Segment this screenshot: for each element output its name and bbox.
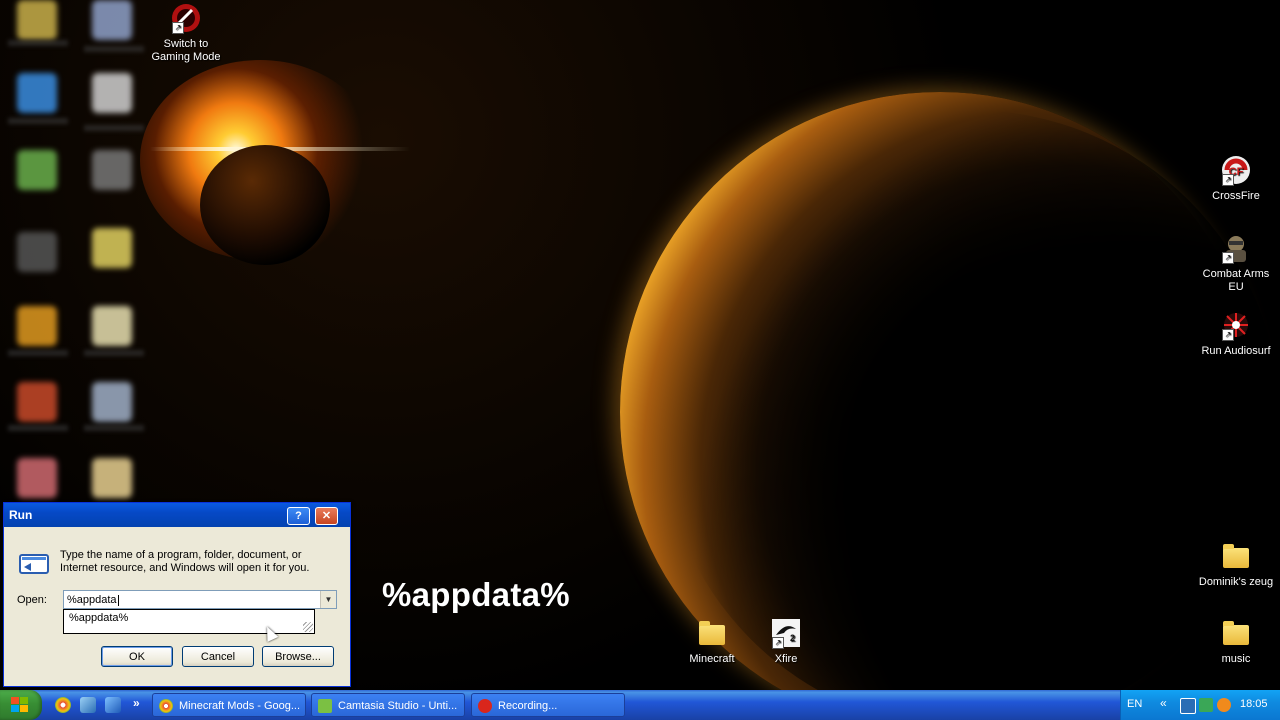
desktop-icon-crossfire[interactable]: CF ↗ CrossFire: [1198, 154, 1274, 203]
desktop-icon-combat-arms[interactable]: ↗ Combat Arms EU: [1198, 232, 1274, 294]
desktop-icon-label: music: [1221, 653, 1251, 665]
overlay-caption: %appdata%: [382, 576, 570, 613]
taskbar: » Minecraft Mods - Goog... Camtasia Stud…: [0, 690, 1280, 720]
recording-icon: [478, 699, 492, 713]
folder-icon: [696, 617, 728, 649]
folder-icon: [1220, 540, 1252, 572]
desktop-icon-dominiks-zeug[interactable]: Dominik's zeug: [1198, 540, 1274, 589]
desktop-icon-audiosurf[interactable]: ↗ Run Audiosurf: [1198, 309, 1274, 358]
language-indicator[interactable]: EN: [1127, 698, 1142, 710]
run-dialog[interactable]: Run ? ✕ Type the name of a program, fold…: [3, 502, 351, 687]
desktop-icon-label: CrossFire: [1212, 190, 1260, 202]
taskbar-clock[interactable]: 18:05: [1240, 698, 1268, 710]
svg-text:2: 2: [790, 633, 795, 643]
cancel-button[interactable]: Cancel: [182, 646, 254, 667]
tray-app-icon[interactable]: [1199, 698, 1213, 712]
desktop-icon-gaming-mode[interactable]: ↗ Switch to Gaming Mode: [148, 2, 224, 64]
autocomplete-list[interactable]: %appdata%: [63, 609, 315, 634]
open-label: Open:: [17, 594, 47, 606]
run-dialog-titlebar[interactable]: Run ? ✕: [4, 503, 350, 527]
network-icon[interactable]: [1180, 698, 1196, 714]
desktop-icon-label: Combat Arms EU: [1202, 268, 1270, 293]
desktop-icon-minecraft[interactable]: Minecraft: [674, 617, 750, 666]
show-hidden-icons-chevron[interactable]: «: [1160, 696, 1167, 710]
browse-button[interactable]: Browse...: [262, 646, 334, 667]
desktop-icon-label: Minecraft: [689, 653, 735, 665]
wallpaper-planet-shade: [660, 110, 1280, 690]
camtasia-icon: [318, 699, 332, 713]
tray-app-icon[interactable]: [1217, 698, 1231, 712]
open-input-value: %appdata: [67, 594, 117, 606]
text-caret: [117, 594, 119, 606]
desktop-icon-xfire[interactable]: 2 ↗ Xfire: [748, 617, 824, 666]
taskbar-item-recording[interactable]: Recording...: [471, 693, 625, 717]
taskbar-item-chrome[interactable]: Minecraft Mods - Goog...: [152, 693, 306, 717]
chrome-icon: [159, 699, 173, 713]
ok-button[interactable]: OK: [101, 646, 173, 667]
start-button[interactable]: [0, 690, 42, 720]
desktop-icon-label: Switch to Gaming Mode: [151, 38, 221, 63]
combat-arms-icon: ↗: [1220, 232, 1252, 264]
desktop-icon-music[interactable]: music: [1198, 617, 1274, 666]
desktop-icon-label: Run Audiosurf: [1201, 345, 1271, 357]
run-icon: [19, 553, 49, 575]
audiosurf-icon: ↗: [1220, 309, 1252, 341]
quicklaunch-more-icon[interactable]: »: [133, 696, 140, 710]
help-button[interactable]: ?: [287, 507, 310, 525]
close-button[interactable]: ✕: [315, 507, 338, 525]
quicklaunch-app-icon[interactable]: [80, 697, 96, 713]
xfire-icon: 2 ↗: [770, 617, 802, 649]
chrome-icon[interactable]: [55, 697, 71, 713]
run-dialog-title: Run: [9, 508, 33, 522]
desktop-icon-label: Dominik's zeug: [1198, 576, 1274, 588]
show-desktop-icon[interactable]: [105, 697, 121, 713]
folder-icon: [1220, 617, 1252, 649]
desktop-icon-label: Xfire: [774, 653, 798, 665]
resize-grip-icon[interactable]: [303, 622, 313, 632]
crossfire-icon: CF ↗: [1220, 154, 1252, 186]
windows-logo-icon: [11, 697, 28, 712]
taskbar-item-label: Camtasia Studio - Unti...: [338, 700, 458, 712]
open-input[interactable]: %appdata ▼: [63, 590, 337, 609]
taskbar-item-label: Minecraft Mods - Goog...: [179, 700, 301, 712]
taskbar-item-camtasia[interactable]: Camtasia Studio - Unti...: [311, 693, 465, 717]
run-description: Type the name of a program, folder, docu…: [60, 549, 310, 574]
wallpaper-small-planet: [200, 145, 330, 265]
taskbar-item-label: Recording...: [498, 700, 558, 712]
dropdown-arrow-icon[interactable]: ▼: [320, 591, 336, 608]
gaming-mode-icon: ↗: [170, 2, 202, 34]
autocomplete-item[interactable]: %appdata%: [69, 612, 309, 624]
